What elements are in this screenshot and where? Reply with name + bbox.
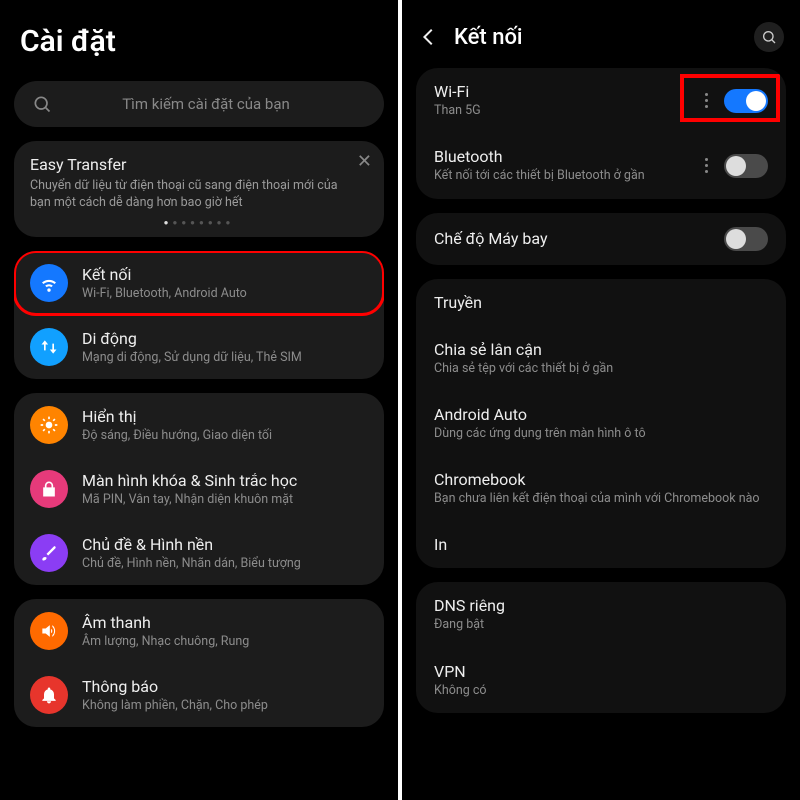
- item-title: Bluetooth: [434, 147, 698, 166]
- connections-item-airplane[interactable]: Chế độ Máy bay: [416, 213, 786, 265]
- item-title: VPN: [434, 662, 768, 681]
- item-subtitle: Mã PIN, Vân tay, Nhận diện khuôn mặt: [82, 492, 368, 507]
- data-icon: [30, 328, 68, 366]
- item-title: DNS riêng: [434, 596, 768, 615]
- item-title: Chia sẻ lân cận: [434, 340, 768, 359]
- more-icon[interactable]: [698, 158, 714, 173]
- item-title: Kết nối: [82, 265, 368, 285]
- item-title: Chromebook: [434, 470, 768, 489]
- item-title: Thông báo: [82, 677, 368, 697]
- brush-icon: [30, 534, 68, 572]
- item-title: Chế độ Máy bay: [434, 229, 724, 248]
- settings-main-pane: Cài đặt Tìm kiếm cài đặt của bạn Easy Tr…: [0, 0, 398, 800]
- connections-item-chromebook[interactable]: Chromebook Bạn chưa liên kết điện thoại …: [416, 456, 786, 521]
- connections-item-print[interactable]: In: [416, 521, 786, 568]
- item-title: Android Auto: [434, 405, 768, 424]
- more-icon[interactable]: [698, 93, 714, 108]
- settings-group-sound: Âm thanh Âm lượng, Nhạc chuông, Rung Thô…: [14, 599, 384, 727]
- search-input[interactable]: Tìm kiếm cài đặt của bạn: [14, 81, 384, 127]
- item-subtitle: Dùng các ứng dụng trên màn hình ô tô: [434, 426, 768, 442]
- item-subtitle: Không làm phiền, Chặn, Cho phép: [82, 698, 368, 713]
- item-subtitle: Độ sáng, Điều hướng, Giao diện tối: [82, 428, 368, 443]
- sun-icon: [30, 406, 68, 444]
- promo-subtitle: Chuyển dữ liệu từ điện thoại cũ sang điệ…: [30, 178, 368, 212]
- item-subtitle: Bạn chưa liên kết điện thoại của mình vớ…: [434, 491, 768, 507]
- item-subtitle: Than 5G: [434, 103, 698, 119]
- connections-item-bluetooth[interactable]: Bluetooth Kết nối tới các thiết bị Bluet…: [416, 133, 786, 198]
- settings-group-network: Kết nối Wi-Fi, Bluetooth, Android Auto D…: [14, 251, 384, 379]
- search-button[interactable]: [754, 22, 784, 52]
- promo-title: Easy Transfer: [30, 155, 368, 174]
- back-icon[interactable]: [418, 26, 440, 48]
- bluetooth-toggle[interactable]: [724, 154, 768, 178]
- settings-item-display[interactable]: Hiển thị Độ sáng, Điều hướng, Giao diện …: [14, 393, 384, 457]
- connections-item-cast[interactable]: Truyền: [416, 279, 786, 326]
- item-title: Âm thanh: [82, 613, 368, 633]
- connections-item-nearby-share[interactable]: Chia sẻ lân cận Chia sẻ tệp với các thiế…: [416, 326, 786, 391]
- pager-dots: ●●●●●●●●: [30, 218, 368, 227]
- connections-item-vpn[interactable]: VPN Không có: [416, 648, 786, 713]
- lock-icon: [30, 470, 68, 508]
- search-icon: [32, 94, 52, 114]
- item-subtitle: Wi-Fi, Bluetooth, Android Auto: [82, 286, 368, 301]
- airplane-toggle[interactable]: [724, 227, 768, 251]
- bell-icon: [30, 676, 68, 714]
- connections-item-android-auto[interactable]: Android Auto Dùng các ứng dụng trên màn …: [416, 391, 786, 456]
- settings-item-sound[interactable]: Âm thanh Âm lượng, Nhạc chuông, Rung: [14, 599, 384, 663]
- search-icon: [761, 29, 777, 45]
- item-title: In: [434, 535, 768, 554]
- settings-group-display: Hiển thị Độ sáng, Điều hướng, Giao diện …: [14, 393, 384, 585]
- promo-card[interactable]: Easy Transfer Chuyển dữ liệu từ điện tho…: [14, 141, 384, 237]
- speaker-icon: [30, 612, 68, 650]
- page-title: Kết nối: [454, 25, 740, 50]
- page-title: Cài đặt: [20, 24, 378, 59]
- wifi-icon: [30, 264, 68, 302]
- item-title: Truyền: [434, 293, 768, 312]
- item-subtitle: Chủ đề, Hình nền, Nhãn dán, Biểu tượng: [82, 556, 368, 571]
- connections-item-wifi[interactable]: Wi-Fi Than 5G: [416, 68, 786, 133]
- item-subtitle: Âm lượng, Nhạc chuông, Rung: [82, 634, 368, 649]
- item-title: Chủ đề & Hình nền: [82, 535, 368, 555]
- search-placeholder: Tìm kiếm cài đặt của bạn: [66, 95, 366, 113]
- item-subtitle: Mạng di động, Sử dụng dữ liệu, Thẻ SIM: [82, 350, 368, 365]
- connections-item-dns[interactable]: DNS riêng Đang bật: [416, 582, 786, 647]
- item-title: Hiển thị: [82, 407, 368, 427]
- connections-pane: Kết nối Wi-Fi Than 5G Bluetooth Kết nối …: [402, 0, 800, 800]
- close-icon[interactable]: ✕: [357, 151, 372, 172]
- settings-item-connections[interactable]: Kết nối Wi-Fi, Bluetooth, Android Auto: [14, 251, 384, 315]
- wifi-toggle[interactable]: [724, 89, 768, 113]
- item-title: Wi-Fi: [434, 82, 698, 101]
- item-subtitle: Chia sẻ tệp với các thiết bị ở gần: [434, 361, 768, 377]
- item-subtitle: Đang bật: [434, 617, 768, 633]
- item-title: Di động: [82, 329, 368, 349]
- item-title: Màn hình khóa & Sinh trắc học: [82, 471, 368, 491]
- item-subtitle: Không có: [434, 683, 768, 699]
- settings-item-lockscreen[interactable]: Màn hình khóa & Sinh trắc học Mã PIN, Vâ…: [14, 457, 384, 521]
- settings-item-mobile[interactable]: Di động Mạng di động, Sử dụng dữ liệu, T…: [14, 315, 384, 379]
- settings-item-notifications[interactable]: Thông báo Không làm phiền, Chặn, Cho phé…: [14, 663, 384, 727]
- settings-item-theme[interactable]: Chủ đề & Hình nền Chủ đề, Hình nền, Nhãn…: [14, 521, 384, 585]
- item-subtitle: Kết nối tới các thiết bị Bluetooth ở gần: [434, 168, 698, 184]
